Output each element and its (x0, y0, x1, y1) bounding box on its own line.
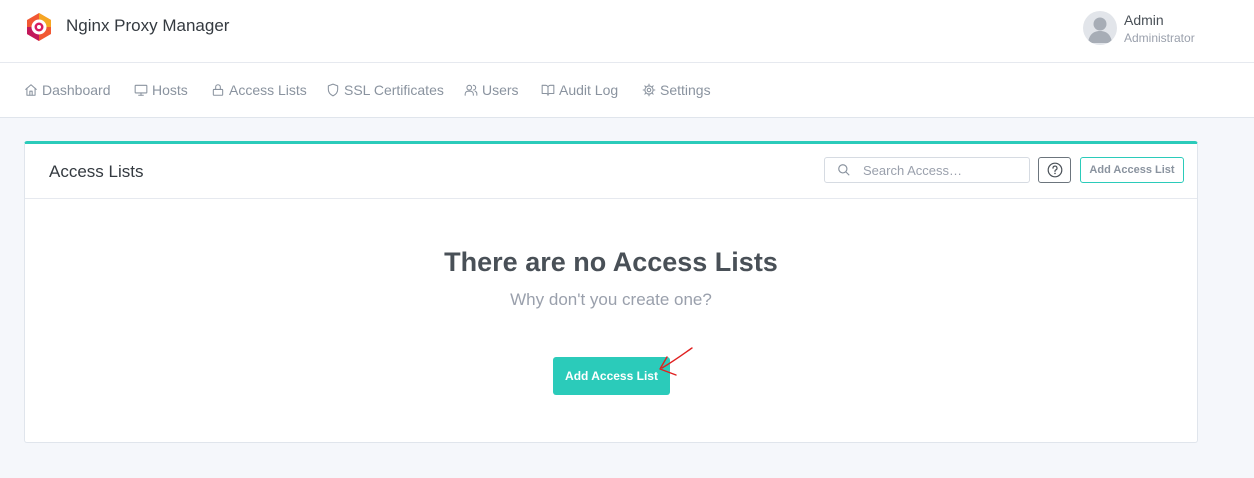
search-field[interactable] (863, 161, 1023, 179)
nav-label: Settings (660, 82, 711, 98)
gear-icon (642, 83, 656, 97)
nav-label: Users (482, 82, 519, 98)
nav-label: Hosts (152, 82, 188, 98)
app-title: Nginx Proxy Manager (66, 16, 230, 35)
nav-label: Access Lists (229, 82, 307, 98)
nav-item-users[interactable]: Users (464, 82, 519, 98)
card-header: Access Lists Add Access List (25, 144, 1197, 199)
search-access-input[interactable] (824, 157, 1030, 183)
nav-item-settings[interactable]: Settings (642, 82, 711, 98)
add-access-list-button[interactable]: Add Access List (553, 357, 670, 395)
nav-label: Dashboard (42, 82, 111, 98)
nav-label: Audit Log (559, 82, 619, 98)
red-arrow-annotation (659, 347, 693, 376)
help-button[interactable] (1038, 157, 1071, 183)
add-access-list-header-button[interactable]: Add Access List (1080, 157, 1184, 183)
home-icon (25, 84, 37, 96)
nav-item-hosts[interactable]: Hosts (134, 82, 188, 98)
nav-item-ssl-certificates[interactable]: SSL Certificates (326, 82, 444, 98)
lock-icon (212, 84, 224, 96)
nginx-proxy-manager-logo[interactable] (24, 12, 54, 42)
book-icon (541, 84, 555, 96)
user-avatar[interactable] (1083, 11, 1117, 45)
empty-state-subtitle: Why don't you create one? (510, 290, 712, 309)
top-header: Nginx Proxy Manager Admin Administrator (0, 0, 1254, 63)
avatar-icon (1088, 17, 1112, 43)
nav-item-access-lists[interactable]: Access Lists (211, 82, 307, 98)
shield-icon (327, 83, 339, 97)
nav-label: SSL Certificates (344, 82, 444, 98)
card-title: Access Lists (49, 162, 144, 181)
nav-item-dashboard[interactable]: Dashboard (24, 82, 111, 98)
empty-state-title: There are no Access Lists (444, 247, 778, 277)
main-navigation: Dashboard Hosts Access Lists SSL Certifi… (0, 63, 1254, 118)
search-icon (838, 164, 850, 176)
users-icon (464, 84, 478, 96)
access-lists-card: Access Lists Add Access List There are n… (24, 141, 1198, 443)
monitor-icon (134, 84, 148, 96)
user-role: Administrator (1124, 31, 1195, 45)
nav-item-audit-log[interactable]: Audit Log (541, 82, 618, 98)
user-name[interactable]: Admin (1124, 12, 1164, 28)
question-circle-icon (1047, 162, 1063, 178)
